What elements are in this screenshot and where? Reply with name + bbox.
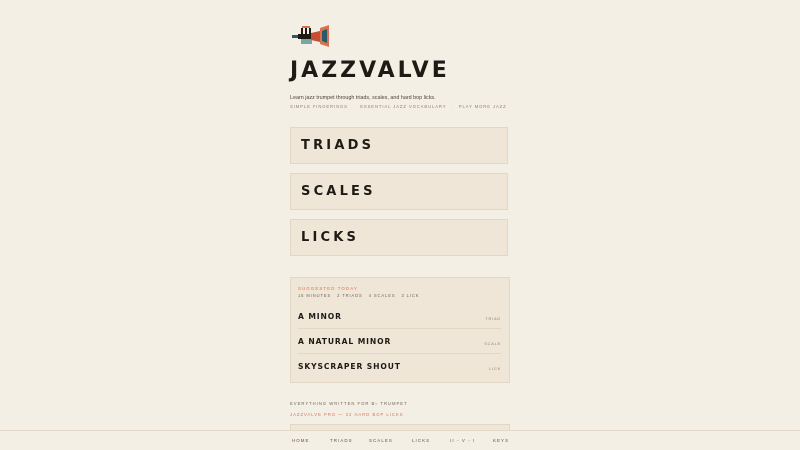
feature-simple-fingerings: SIMPLE FINGERINGS <box>290 104 348 109</box>
trumpet-icon <box>292 25 329 47</box>
separator: · <box>352 104 356 109</box>
item-name: A MINOR <box>298 311 342 321</box>
pro-upsell-link[interactable]: JAZZVALVE PRO — 32 HARD BOP LICKS <box>290 412 404 417</box>
app-tagline: Learn jazz trumpet through triads, scale… <box>290 95 436 101</box>
separator: · <box>451 104 454 109</box>
meta-triads: 2 TRIADS <box>337 293 363 299</box>
category-label: SCALES <box>301 184 376 199</box>
item-kind: LICK <box>489 365 501 371</box>
feature-jazz-vocabulary: ESSENTIAL JAZZ VOCABULARY <box>360 104 447 109</box>
category-card-licks[interactable]: LICKS <box>290 219 508 256</box>
feature-play-more: PLAY MORE JAZZ <box>458 104 507 109</box>
bottom-nav: HOME TRIADS SCALES LICKS II - V - I KEYS <box>0 430 800 450</box>
instrument-note: EVERYTHING WRITTEN FOR B♭ TRUMPET <box>290 401 408 406</box>
suggested-today-card: SUGGESTED TODAY 15 MINUTES 2 TRIADS 4 SC… <box>290 277 510 383</box>
category-label: TRIADS <box>301 138 375 153</box>
meta-scales: 4 SCALES <box>368 293 396 299</box>
suggested-meta: 15 MINUTES 2 TRIADS 4 SCALES 3 LICK <box>298 293 501 298</box>
item-name: SKYSCRAPER SHOUT <box>298 361 401 371</box>
category-card-scales[interactable]: SCALES <box>290 173 508 210</box>
nav-triads[interactable]: TRIADS <box>330 438 353 443</box>
nav-home[interactable]: HOME <box>292 438 310 443</box>
feature-list: SIMPLE FINGERINGS · ESSENTIAL JAZZ VOCAB… <box>290 104 507 109</box>
nav-scales[interactable]: SCALES <box>369 438 393 443</box>
nav-keys[interactable]: KEYS <box>493 438 509 443</box>
suggested-item-a-natural-minor[interactable]: A NATURAL MINOR SCALE <box>298 329 501 355</box>
item-kind: TRIAD <box>485 315 501 321</box>
nav-ii-v-i[interactable]: II - V - I <box>450 438 475 443</box>
suggested-list: A MINOR TRIAD A NATURAL MINOR SCALE SKYS… <box>298 304 501 378</box>
category-label: LICKS <box>301 230 360 245</box>
page: JAZZVALVE Learn jazz trumpet through tri… <box>0 0 800 450</box>
meta-licks: 3 LICK <box>401 293 420 299</box>
item-name: A NATURAL MINOR <box>298 336 392 346</box>
suggested-heading: SUGGESTED TODAY <box>298 286 358 291</box>
app-title: JAZZVALVE <box>290 58 450 83</box>
suggested-item-skyscraper-shout[interactable]: SKYSCRAPER SHOUT LICK <box>298 354 501 378</box>
item-kind: SCALE <box>484 340 501 346</box>
suggested-item-a-minor[interactable]: A MINOR TRIAD <box>298 304 501 330</box>
category-card-triads[interactable]: TRIADS <box>290 127 508 164</box>
meta-duration: 15 MINUTES <box>298 293 332 299</box>
nav-licks[interactable]: LICKS <box>412 438 430 443</box>
